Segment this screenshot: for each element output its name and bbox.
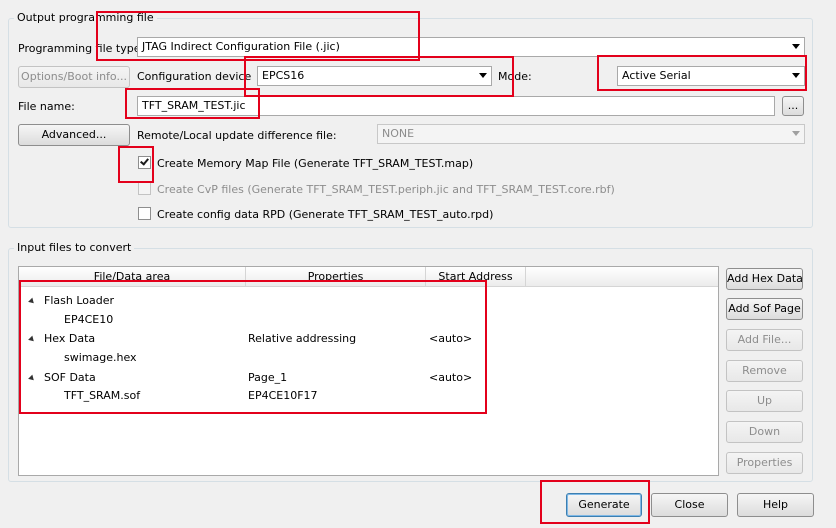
up-button[interactable]: Up [726,390,803,412]
column-header-file-data-area[interactable]: File/Data area [19,267,246,286]
configuration-device-label: Configuration device [137,70,252,83]
collapse-triangle-icon[interactable] [28,335,36,344]
create-cvp-checkbox[interactable] [138,182,151,195]
checkmark-icon [140,156,149,166]
mode-value: Active Serial [622,69,691,82]
configuration-device-select[interactable]: EPCS16 [257,66,492,86]
collapse-triangle-icon[interactable] [28,297,36,306]
properties-button[interactable]: Properties [726,452,803,474]
create-rpd-label: Create config data RPD (Generate TFT_SRA… [157,208,494,221]
close-button[interactable]: Close [651,493,728,517]
add-file-button[interactable]: Add File... [726,329,803,351]
create-cvp-label: Create CvP files (Generate TFT_SRAM_TEST… [157,183,615,196]
browse-button[interactable]: ... [782,96,804,116]
file-name-label: File name: [18,100,75,113]
tft-sram-sof-properties: EP4CE10F17 [248,389,318,402]
mode-select[interactable]: Active Serial [617,66,805,86]
hex-data-properties: Relative addressing [248,332,357,345]
programming-file-type-select[interactable]: JTAG Indirect Configuration File (.jic) [137,37,805,57]
add-hex-data-button[interactable]: Add Hex Data [726,268,803,290]
table-row-tft-sram-sof[interactable]: TFT_SRAM.sof [64,389,140,402]
chevron-down-icon [479,73,487,78]
collapse-triangle-icon[interactable] [28,374,36,383]
chevron-down-icon [792,44,800,49]
advanced-button[interactable]: Advanced... [18,124,130,146]
column-header-start-address[interactable]: Start Address [426,267,526,286]
create-rpd-checkbox[interactable] [138,207,151,220]
table-row-swimage-hex[interactable]: swimage.hex [64,351,137,364]
table-row-flash-loader[interactable]: Flash Loader [44,294,114,307]
generate-button[interactable]: Generate [566,493,642,517]
table-row-hex-data[interactable]: Hex Data [44,332,95,345]
remote-local-update-value: NONE [382,127,415,140]
column-header-properties[interactable]: Properties [246,267,426,286]
sof-data-start-address: <auto> [429,371,473,384]
hex-data-start-address: <auto> [429,332,473,345]
chevron-down-icon [792,131,800,136]
programming-file-type-label: Programming file type: [18,42,145,55]
chevron-down-icon [792,73,800,78]
add-sof-page-button[interactable]: Add Sof Page [726,298,803,320]
help-button[interactable]: Help [737,493,814,517]
create-memory-map-label: Create Memory Map File (Generate TFT_SRA… [157,157,474,170]
remote-local-update-label: Remote/Local update difference file: [137,129,337,142]
remove-button[interactable]: Remove [726,360,803,382]
output-group-title: Output programming file [14,11,157,24]
configuration-device-value: EPCS16 [262,69,305,82]
remote-local-update-select[interactable]: NONE [377,124,805,144]
programming-file-type-value: JTAG Indirect Configuration File (.jic) [142,40,340,53]
create-memory-map-checkbox[interactable] [138,156,151,169]
mode-label: Mode: [498,70,532,83]
table-row-sof-data[interactable]: SOF Data [44,371,96,384]
down-button[interactable]: Down [726,421,803,443]
input-group-title: Input files to convert [14,241,135,254]
sof-data-properties: Page_1 [248,371,288,384]
table-header: File/Data area Properties Start Address [19,267,718,287]
file-name-input[interactable]: TFT_SRAM_TEST.jic [137,96,775,116]
input-files-table[interactable]: File/Data area Properties Start Address … [18,266,719,476]
table-row-ep4ce10[interactable]: EP4CE10 [64,313,113,326]
options-boot-info-button[interactable]: Options/Boot info... [18,66,130,88]
